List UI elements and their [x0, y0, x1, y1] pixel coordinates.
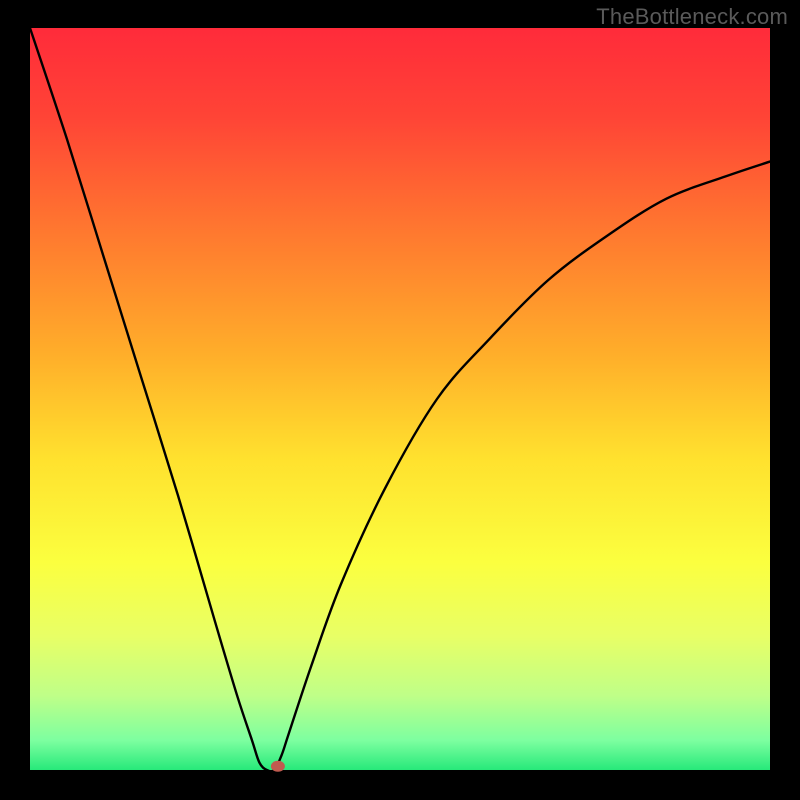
plot-background [30, 28, 770, 770]
chart-root: TheBottleneck.com [0, 0, 800, 800]
optimum-marker [271, 761, 285, 772]
chart-svg [0, 0, 800, 800]
watermark-label: TheBottleneck.com [596, 4, 788, 30]
